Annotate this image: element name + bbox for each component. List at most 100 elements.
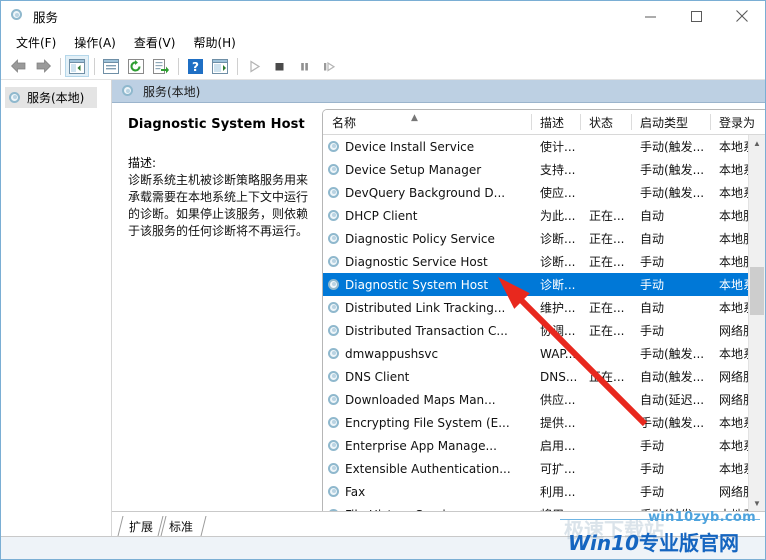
sort-ascending-icon: ▲: [411, 113, 418, 123]
vertical-scrollbar[interactable]: ▲ ▼: [748, 135, 765, 511]
menu-bar: 文件(F) 操作(A) 查看(V) 帮助(H): [1, 31, 765, 53]
minimize-button[interactable]: [627, 1, 673, 31]
table-row[interactable]: Diagnostic Policy Service诊断...正在...自动本地服…: [323, 227, 748, 250]
cell-logon-as: 本地服务: [710, 207, 748, 224]
cell-logon-as: 网络服务: [710, 483, 748, 500]
cell-logon-as: 本地系统: [710, 437, 748, 454]
table-row[interactable]: Device Setup Manager支持...手动(触发...本地系统: [323, 158, 748, 181]
restart-service-button[interactable]: [317, 55, 341, 77]
cell-description: 协调...: [531, 322, 580, 339]
cell-service-name: Downloaded Maps Man...: [323, 393, 531, 407]
start-service-button[interactable]: [242, 55, 266, 77]
menu-help[interactable]: 帮助(H): [184, 32, 244, 53]
column-header-description[interactable]: 描述: [531, 110, 580, 134]
stop-service-button[interactable]: [267, 55, 291, 77]
cell-description: 启用...: [531, 437, 580, 454]
menu-action[interactable]: 操作(A): [65, 32, 125, 53]
tab-standard-label: 标准: [169, 518, 193, 535]
cell-service-name: Diagnostic Service Host: [323, 255, 531, 269]
services-gear-icon: [327, 416, 341, 430]
cell-service-name: DHCP Client: [323, 209, 531, 223]
cell-startup-type: 手动(触发...: [631, 345, 710, 362]
svg-text:?: ?: [192, 60, 199, 74]
column-header-startup-type[interactable]: 启动类型: [631, 110, 710, 134]
table-row[interactable]: Enterprise App Manage...启用...手动本地系统: [323, 434, 748, 457]
show-action-pane-button[interactable]: [208, 55, 232, 77]
table-row[interactable]: Diagnostic Service Host诊断...正在...手动本地服务: [323, 250, 748, 273]
description-text: 诊断系统主机被诊断策略服务用来承载需要在本地系统上下文中运行的诊断。如果停止该服…: [128, 172, 310, 240]
cell-description: 维护...: [531, 299, 580, 316]
services-gear-icon: [327, 186, 341, 200]
cell-service-name: Distributed Link Tracking...: [323, 301, 531, 315]
table-row[interactable]: Diagnostic System Host诊断...手动本地系统: [323, 273, 748, 296]
title-bar: 服务: [1, 1, 765, 31]
window-controls: [627, 1, 765, 31]
column-header-name[interactable]: 名称 ▲: [323, 110, 531, 134]
cell-logon-as: 本地系统: [710, 299, 748, 316]
watermark-brand-cn: 专业版官网: [639, 531, 739, 555]
table-row[interactable]: DNS ClientDNS...正在...自动(触发...网络服务: [323, 365, 748, 388]
properties-button[interactable]: [99, 55, 123, 77]
service-name-label: Diagnostic Policy Service: [345, 232, 495, 246]
table-row[interactable]: Downloaded Maps Man...供应...自动(延迟...网络服务: [323, 388, 748, 411]
column-header-logon-as[interactable]: 登录为: [710, 110, 765, 134]
services-gear-icon: [121, 84, 135, 98]
toolbar-separator: [237, 58, 238, 75]
cell-startup-type: 手动(触发...: [631, 414, 710, 431]
cell-description: 提供...: [531, 414, 580, 431]
cell-logon-as: 本地系统: [710, 414, 748, 431]
table-row[interactable]: Distributed Transaction C...协调...正在...手动…: [323, 319, 748, 342]
service-detail-column: Diagnostic System Host 描述: 诊断系统主机被诊断策略服务…: [112, 103, 322, 511]
cell-service-name: DevQuery Background D...: [323, 186, 531, 200]
service-name-label: Distributed Transaction C...: [345, 324, 508, 338]
services-gear-icon: [327, 370, 341, 384]
cell-description: 诊断...: [531, 253, 580, 270]
cell-startup-type: 手动: [631, 253, 710, 270]
services-gear-icon: [327, 163, 341, 177]
services-gear-icon: [327, 140, 341, 154]
cell-description: DNS...: [531, 370, 580, 384]
pause-service-button[interactable]: [292, 55, 316, 77]
service-name-label: Enterprise App Manage...: [345, 439, 497, 453]
tree-item-services-local[interactable]: 服务(本地): [5, 87, 97, 108]
table-row[interactable]: Fax利用...手动网络服务: [323, 480, 748, 503]
scrollbar-up-arrow-icon[interactable]: ▲: [749, 135, 765, 151]
services-gear-icon: [327, 485, 341, 499]
cell-startup-type: 自动: [631, 207, 710, 224]
table-row[interactable]: Distributed Link Tracking...维护...正在...自动…: [323, 296, 748, 319]
cell-startup-type: 手动(触发...: [631, 138, 710, 155]
close-button[interactable]: [719, 1, 765, 31]
service-name-label: Device Install Service: [345, 140, 474, 154]
show-hide-tree-button[interactable]: [65, 55, 89, 77]
forward-button[interactable]: [31, 55, 55, 77]
cell-logon-as: 网络服务: [710, 391, 748, 408]
services-gear-icon: [8, 91, 22, 105]
cell-description: WAP...: [531, 347, 580, 361]
menu-view[interactable]: 查看(V): [125, 32, 185, 53]
cell-status: 正在...: [580, 322, 631, 339]
services-window: 服务 文件(F) 操作(A) 查看(V) 帮助(H): [0, 0, 766, 560]
refresh-button[interactable]: [124, 55, 148, 77]
tab-standard[interactable]: 标准: [160, 516, 204, 536]
export-list-button[interactable]: [149, 55, 173, 77]
services-gear-icon: [327, 347, 341, 361]
service-name-label: Extensible Authentication...: [345, 462, 511, 476]
services-list-view: 名称 ▲ 描述 状态 启动类型 登录为 ▲ Device Install Ser…: [322, 109, 765, 511]
column-header-status[interactable]: 状态: [580, 110, 631, 134]
table-row[interactable]: Device Install Service 使计... 手动(触发...本地系统: [323, 135, 748, 158]
pane-body: Diagnostic System Host 描述: 诊断系统主机被诊断策略服务…: [112, 103, 765, 511]
table-row[interactable]: DHCP Client为此...正在...自动本地服务: [323, 204, 748, 227]
table-row[interactable]: Extensible Authentication...可扩...手动本地系统: [323, 457, 748, 480]
cell-logon-as: 本地系统: [710, 138, 748, 155]
help-button[interactable]: ?: [183, 55, 207, 77]
back-button[interactable]: [6, 55, 30, 77]
table-row[interactable]: DevQuery Background D...使应...手动(触发...本地系…: [323, 181, 748, 204]
pane-header: 服务(本地): [112, 80, 765, 103]
table-row[interactable]: Encrypting File System (E...提供... 手动(触发..…: [323, 411, 748, 434]
cell-service-name: Encrypting File System (E...: [323, 416, 531, 430]
scrollbar-thumb[interactable]: [750, 267, 764, 315]
maximize-button[interactable]: [673, 1, 719, 31]
menu-file[interactable]: 文件(F): [7, 32, 65, 53]
table-row[interactable]: dmwappushsvcWAP...手动(触发...本地系统: [323, 342, 748, 365]
cell-description: 使计...: [531, 138, 580, 155]
